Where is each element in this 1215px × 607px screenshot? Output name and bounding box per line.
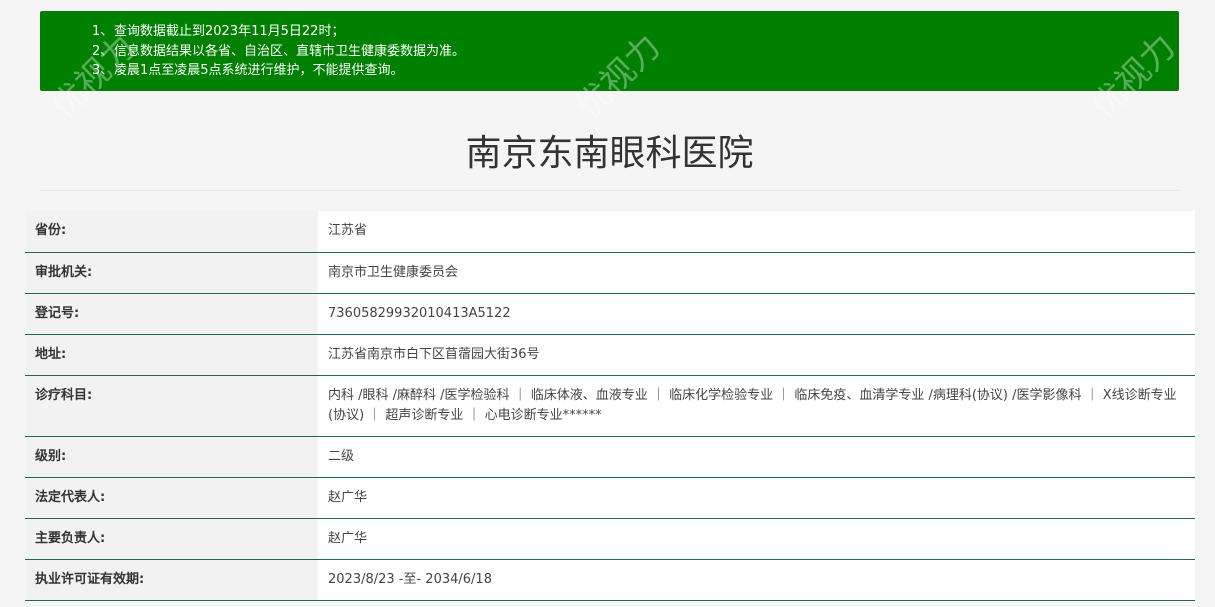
table-row: 省份: 江苏省 (25, 211, 1195, 253)
field-label-legal-representative: 法定代表人: (25, 477, 318, 519)
hospital-info-table: 省份: 江苏省 审批机关: 南京市卫生健康委员会 登记号: 7360582993… (25, 211, 1195, 601)
table-row: 审批机关: 南京市卫生健康委员会 (25, 252, 1195, 294)
notice-item-text: 凌晨1点至凌晨5点系统进行维护，不能提供查询。 (114, 63, 404, 78)
table-row: 主要负责人: 赵广华 (25, 518, 1195, 560)
table-row: 级别: 二级 (25, 436, 1195, 478)
table-row: 地址: 江苏省南京市白下区苜蓿园大街36号 (25, 334, 1195, 376)
field-label-departments: 诊疗科目: (25, 375, 318, 437)
table-row: 执业许可证有效期: 2023/8/23 -至- 2034/6/18 (25, 559, 1195, 601)
field-label-principal: 主要负责人: (25, 518, 318, 560)
field-value-license-validity: 2023/8/23 -至- 2034/6/18 (318, 559, 1195, 601)
table-row: 诊疗科目: 内科 /眼科 /麻醉科 /医学检验科 ｜ 临床体液、血液专业 ｜ 临… (25, 375, 1195, 437)
field-label-license-validity: 执业许可证有效期: (25, 559, 318, 601)
field-label-registration-number: 登记号: (25, 293, 318, 335)
notice-item: 1、 查询数据截止到2023年11月5日22时； (92, 22, 1178, 42)
table-row: 法定代表人: 赵广华 (25, 477, 1195, 519)
field-label-province: 省份: (25, 211, 318, 253)
field-label-level: 级别: (25, 436, 318, 478)
field-value-departments: 内科 /眼科 /麻醉科 /医学检验科 ｜ 临床体液、血液专业 ｜ 临床化学检验专… (318, 375, 1195, 437)
title-divider (40, 190, 1179, 191)
notice-banner: 1、 查询数据截止到2023年11月5日22时； 2、 信息数据结果以各省、自治… (40, 11, 1179, 91)
field-value-legal-representative: 赵广华 (318, 477, 1195, 519)
field-value-province: 江苏省 (318, 211, 1195, 253)
page-title: 南京东南眼科医院 (465, 133, 754, 174)
field-value-approval-authority: 南京市卫生健康委员会 (318, 252, 1195, 294)
notice-item: 2、 信息数据结果以各省、自治区、直辖市卫生健康委数据为准。 (92, 42, 1178, 62)
notice-item-text: 信息数据结果以各省、自治区、直辖市卫生健康委数据为准。 (114, 43, 466, 59)
field-value-level: 二级 (318, 436, 1195, 478)
field-label-approval-authority: 审批机关: (25, 252, 318, 294)
field-label-address: 地址: (25, 334, 318, 376)
field-value-address: 江苏省南京市白下区苜蓿园大街36号 (318, 334, 1195, 376)
notice-item: 3、 凌晨1点至凌晨5点系统进行维护，不能提供查询。 (92, 61, 1178, 81)
table-row: 登记号: 73605829932010413A5122 (25, 293, 1195, 335)
field-value-principal: 赵广华 (318, 518, 1195, 560)
notice-item-text: 查询数据截止到2023年11月5日22时； (114, 24, 345, 39)
notice-item-number: 1、 (92, 24, 114, 39)
notice-item-number: 2、 (92, 43, 114, 59)
notice-item-number: 3、 (92, 63, 114, 78)
field-value-registration-number: 73605829932010413A5122 (318, 293, 1195, 335)
